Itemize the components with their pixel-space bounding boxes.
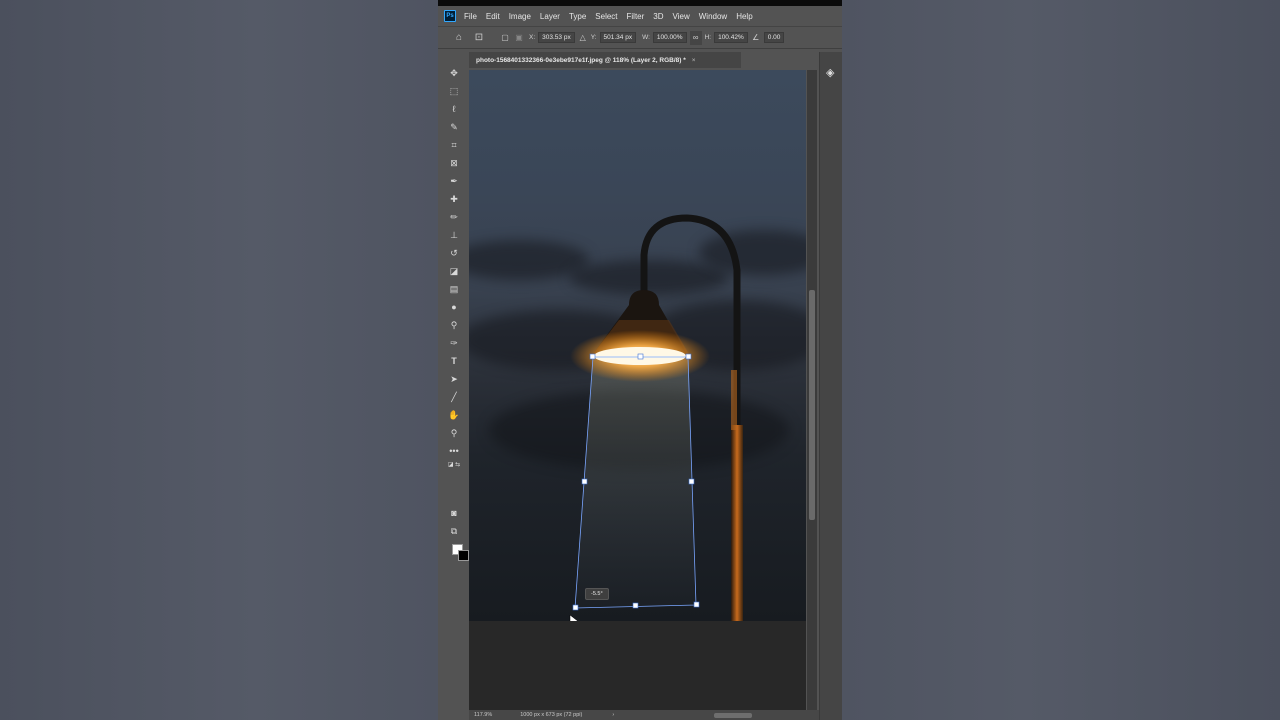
quick-select-icon[interactable]: ✎ [445, 118, 463, 136]
eyedropper-icon[interactable]: ✒ [445, 172, 463, 190]
zoom-icon[interactable]: ⚲ [445, 424, 463, 442]
default-colors-icon[interactable]: ◪ ⇆ [445, 460, 463, 468]
crop-icon[interactable]: ⌗ [445, 136, 463, 154]
h-field[interactable]: 100.42% [714, 32, 748, 43]
reference-grid-icon: ▣ [515, 33, 523, 42]
screen-mode-icon[interactable]: ⧉ [445, 522, 463, 540]
path-select-icon[interactable]: ➤ [445, 370, 463, 388]
light-beam-layer [575, 358, 695, 608]
line-icon[interactable]: ╱ [445, 388, 463, 406]
stamp-icon[interactable]: ⊥ [445, 226, 463, 244]
lamp-pole-lit [731, 425, 743, 621]
collapsed-panel-dock: ◈ [819, 52, 842, 720]
status-bar: 117.9% 1000 px x 673 px (72 ppi) › [469, 710, 819, 720]
link-icon[interactable]: ∞ [689, 30, 702, 45]
relative-position-icon[interactable]: △ [578, 31, 588, 45]
menu-image[interactable]: Image [509, 12, 531, 21]
canvas-area[interactable]: -5.5° [469, 70, 806, 710]
options-bar: ⌂ ⊡ ▢ ▣ X: 303.53 px △ Y: 501.34 px W: 1… [438, 26, 842, 49]
layers-panel-icon[interactable]: ◈ [826, 66, 838, 79]
angle-field[interactable]: 0.00 [763, 32, 785, 43]
menu-bar: Ps File Edit Image Layer Type Select Fil… [438, 6, 842, 26]
menu-filter[interactable]: Filter [627, 12, 645, 21]
lasso-icon[interactable]: ℓ [445, 100, 463, 118]
photoshop-logo: Ps [444, 10, 456, 22]
dodge-icon[interactable]: ⚲ [445, 316, 463, 334]
w-field[interactable]: 100.00% [652, 32, 687, 43]
more-icon[interactable]: ••• [445, 442, 463, 460]
rotate-cursor-icon [569, 614, 579, 621]
document-tab[interactable]: photo-1568401332366-0e3ebe917e1f.jpeg @ … [469, 52, 741, 68]
menu-window[interactable]: Window [699, 12, 727, 21]
w-label: W: [642, 34, 650, 41]
eraser-icon[interactable]: ◪ [445, 262, 463, 280]
marquee-icon[interactable]: ⬚ [445, 82, 463, 100]
y-label: Y: [590, 34, 597, 41]
pen-icon[interactable]: ✑ [445, 334, 463, 352]
menu-select[interactable]: Select [595, 12, 617, 21]
type-icon[interactable]: T [445, 352, 463, 370]
frame-icon[interactable]: ⊠ [445, 154, 463, 172]
document-title: photo-1568401332366-0e3ebe917e1f.jpeg @ … [476, 56, 686, 64]
blur-icon[interactable]: ● [445, 298, 463, 316]
horizontal-scroll-thumb[interactable] [714, 713, 752, 718]
rotate-angle-icon: ∠ [752, 33, 760, 42]
menu-type[interactable]: Type [569, 12, 586, 21]
background-color-swatch[interactable] [458, 550, 469, 561]
menu-edit[interactable]: Edit [486, 12, 500, 21]
x-label: X: [529, 34, 536, 41]
quick-mask-icon[interactable]: ◙ [445, 504, 463, 522]
move-icon[interactable]: ✥ [445, 64, 463, 82]
hand-icon[interactable]: ✋ [445, 406, 463, 424]
reference-point-icon[interactable]: ▢ [498, 31, 512, 45]
h-label: H: [704, 34, 712, 41]
menu-help[interactable]: Help [736, 12, 752, 21]
photo-canvas[interactable]: -5.5° [469, 70, 806, 621]
menu-layer[interactable]: Layer [540, 12, 560, 21]
zoom-level[interactable]: 117.9% [474, 712, 492, 718]
document-dimensions: 1000 px x 673 px (72 ppi) [520, 712, 583, 718]
street-lamp-illustration [569, 214, 743, 621]
y-field[interactable]: 501.34 px [599, 32, 637, 43]
brush-icon[interactable]: ✏ [445, 208, 463, 226]
close-tab-icon[interactable]: × [692, 57, 696, 64]
healing-icon[interactable]: ✚ [445, 190, 463, 208]
gradient-icon[interactable]: ▤ [445, 280, 463, 298]
photoshop-window: Ps File Edit Image Layer Type Select Fil… [438, 0, 842, 720]
home-icon[interactable]: ⌂ [452, 31, 466, 45]
tools-panel: ✥ ⬚ ℓ ✎ ⌗ ⊠ ✒ ✚ ✏ ⊥ ↺ ◪ ▤ ● ⚲ ✑ T ➤ ╱ ✋ … [445, 64, 469, 561]
history-brush-icon[interactable]: ↺ [445, 244, 463, 262]
menu-view[interactable]: View [673, 12, 690, 21]
vertical-scrollbar[interactable] [807, 70, 817, 710]
status-menu-arrow[interactable]: › [612, 712, 614, 718]
x-field[interactable]: 303.53 px [538, 32, 575, 43]
transform-mode-icon[interactable]: ⊡ [472, 31, 486, 45]
vertical-scroll-thumb[interactable] [809, 290, 815, 520]
angle-readout: -5.5° [585, 588, 609, 600]
menu-file[interactable]: File [464, 12, 477, 21]
menu-3d[interactable]: 3D [653, 12, 663, 21]
